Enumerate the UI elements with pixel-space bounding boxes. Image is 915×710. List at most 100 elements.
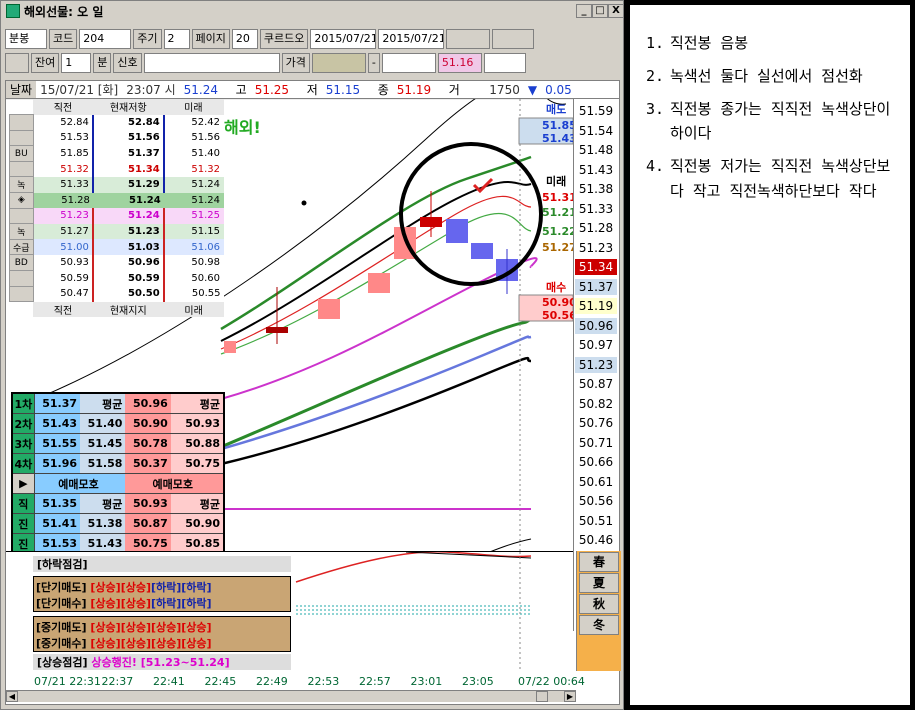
scroll-thumb[interactable] <box>536 691 548 702</box>
status-range: [51.23~51.24] <box>140 656 230 669</box>
future-price-3: 51.22 <box>542 225 573 238</box>
scroll-left-icon[interactable]: ◀ <box>6 691 18 702</box>
close-button[interactable]: X <box>608 4 624 18</box>
price-axis-label: 51.54 <box>578 123 614 138</box>
time-axis-label: 22:53 <box>307 674 340 688</box>
time-axis-label: 07/22 00:64 <box>518 674 585 688</box>
summary-row: 진 51.41 51.38 50.87 50.90 <box>13 514 224 534</box>
side-price-labels: 매도 51.85 51.43 미래 51.31 51.21 51.22 51.2… <box>518 102 573 322</box>
trading-window: 해외선물: 오 일 _ □ X 분봉 코드 204 주기 2 페이지 20 쿠르… <box>0 0 624 710</box>
price-axis-label: 51.38 <box>578 182 614 196</box>
minute-label: 분 <box>93 53 112 73</box>
restore-button[interactable]: □ <box>592 4 608 18</box>
price-axis-label: 50.71 <box>578 435 614 450</box>
app-icon <box>6 4 20 18</box>
orderbook-header: 직전 현재저항 미래 <box>10 99 224 115</box>
orderbook-prev: 50.59 <box>33 270 93 287</box>
mid-buy-row: [중기매수] [상승][상승][상승][상승] <box>36 635 288 651</box>
summary-buy: 51.96 <box>34 454 81 473</box>
low-value: 51.15 <box>325 82 361 97</box>
play-icon[interactable]: ▶ <box>13 474 35 493</box>
type-select[interactable]: 분봉 <box>5 29 47 49</box>
orderbook-footer-cell: 직전 <box>33 301 93 318</box>
scroll-right-icon[interactable]: ▶ <box>564 691 576 702</box>
note-number: 4. <box>646 157 665 175</box>
orderbook-tag <box>9 114 34 131</box>
date-value: 15/07/21 [화] <box>40 83 119 97</box>
price-axis-label: 51.33 <box>578 201 614 216</box>
price-axis-label: 50.61 <box>578 474 614 489</box>
candle <box>446 219 468 243</box>
summary-sell: 50.93 <box>125 494 171 513</box>
code-input[interactable]: 204 <box>79 29 132 49</box>
time-axis-label: 07/21 22:31 <box>34 674 101 688</box>
signal-value: [상승] <box>120 621 151 634</box>
mid-buy-values: [상승][상승][상승][상승] <box>90 637 211 650</box>
season-button[interactable]: 冬 <box>579 615 619 635</box>
page-input[interactable]: 20 <box>231 29 258 49</box>
summary-sell-avg: 평균 <box>170 394 224 413</box>
note-item: 4. 직전봉 저가는 직직전 녹색상단보다 작고 직전녹색하단보다 작다 <box>646 154 898 204</box>
time-axis-label: 22:41 <box>153 674 185 688</box>
summary-mid-right: 예매모호 <box>125 474 223 493</box>
candle <box>368 273 390 293</box>
price-axis-label: 50.96 <box>575 317 617 334</box>
date-to-input[interactable]: 2015/07/21 <box>378 29 445 49</box>
summary-row: 직 51.35 평균 50.93 평균 <box>13 494 224 514</box>
summary-sell-avg: 50.90 <box>170 514 224 533</box>
orderbook-prev: 51.23 <box>33 208 93 224</box>
mid-term-box: [중기매도] [상승][상승][상승][상승] [중기매수] [상승][상승][… <box>33 616 291 652</box>
summary-row-label: 4차 <box>13 454 35 473</box>
title-bar: 해외선물: 오 일 _ □ X <box>2 2 624 20</box>
orderbook-row: 52.84 52.84 52.42 <box>9 114 224 131</box>
price-axis-label: 50.76 <box>578 416 614 430</box>
summary-row: 4차 51.96 51.58 50.37 50.75 <box>13 454 224 474</box>
note-number: 3. <box>646 99 665 118</box>
sell-price-1: 51.85 <box>542 119 573 132</box>
remain-label: 잔여 <box>31 53 60 73</box>
period-input[interactable]: 2 <box>163 29 190 49</box>
query-button[interactable] <box>446 29 491 49</box>
season-button[interactable]: 夏 <box>579 573 619 593</box>
summary-sell: 50.78 <box>125 434 171 453</box>
price-axis-label: 50.56 <box>578 494 614 508</box>
orderbook-row: BD 50.93 50.96 50.98 <box>9 254 224 272</box>
summary-row-label: 1차 <box>13 394 35 413</box>
summary-sell-avg: 50.93 <box>170 414 224 433</box>
note-text: 직전봉 종가는 직직전 녹색상단이하이다 <box>670 99 891 143</box>
price-axis-label: 51.34 <box>575 259 617 275</box>
time-axis-label: 23:05 <box>462 674 494 688</box>
note-number: 1. <box>646 34 665 52</box>
future-price-1: 51.31 <box>542 191 573 204</box>
summary-row-label: 2차 <box>13 414 35 433</box>
toggle-button[interactable] <box>5 53 29 73</box>
signal-value: [상승] <box>181 637 212 650</box>
mid-sell-label: [중기매도] <box>36 621 87 634</box>
status-label: [상승점검] <box>37 656 88 669</box>
price-axis-label: 50.87 <box>578 377 614 391</box>
season-button[interactable]: 秋 <box>579 594 619 614</box>
season-button[interactable]: 春 <box>579 552 619 572</box>
price-field-1 <box>311 53 366 73</box>
orderbook-current: 52.84 <box>91 114 165 131</box>
remain-input[interactable]: 1 <box>61 53 92 73</box>
signal-value: [상승] <box>181 621 212 634</box>
summary-sell-avg: 평균 <box>170 494 224 513</box>
horizontal-scrollbar[interactable]: ◀ ▶ <box>6 690 576 702</box>
date-from-input[interactable]: 2015/07/21 <box>310 29 377 49</box>
summary-buy: 51.37 <box>34 394 81 413</box>
orderbook-future: 51.06 <box>163 239 224 255</box>
orderbook-row: 50.47 50.50 50.55 <box>9 285 224 303</box>
config-button[interactable] <box>492 29 535 49</box>
summary-sell: 50.37 <box>125 454 171 473</box>
summary-row-label: 3차 <box>13 434 35 453</box>
orderbook-tag: 녹 <box>9 176 34 194</box>
summary-row: 3차 51.55 51.45 50.78 50.88 <box>13 434 224 454</box>
signal-panel: [하락점검] [단기매도] [상승][상승][하락][하락] [단기매수] [상… <box>6 551 573 672</box>
summary-sell: 50.87 <box>125 514 171 533</box>
signal-value: [상승] <box>90 637 121 650</box>
minimize-button[interactable]: _ <box>576 4 592 18</box>
short-term-box: [단기매도] [상승][상승][하락][하락] [단기매수] [상승][상승][… <box>33 576 291 612</box>
page-label: 페이지 <box>191 29 230 49</box>
orderbook-tag: BD <box>9 254 34 272</box>
